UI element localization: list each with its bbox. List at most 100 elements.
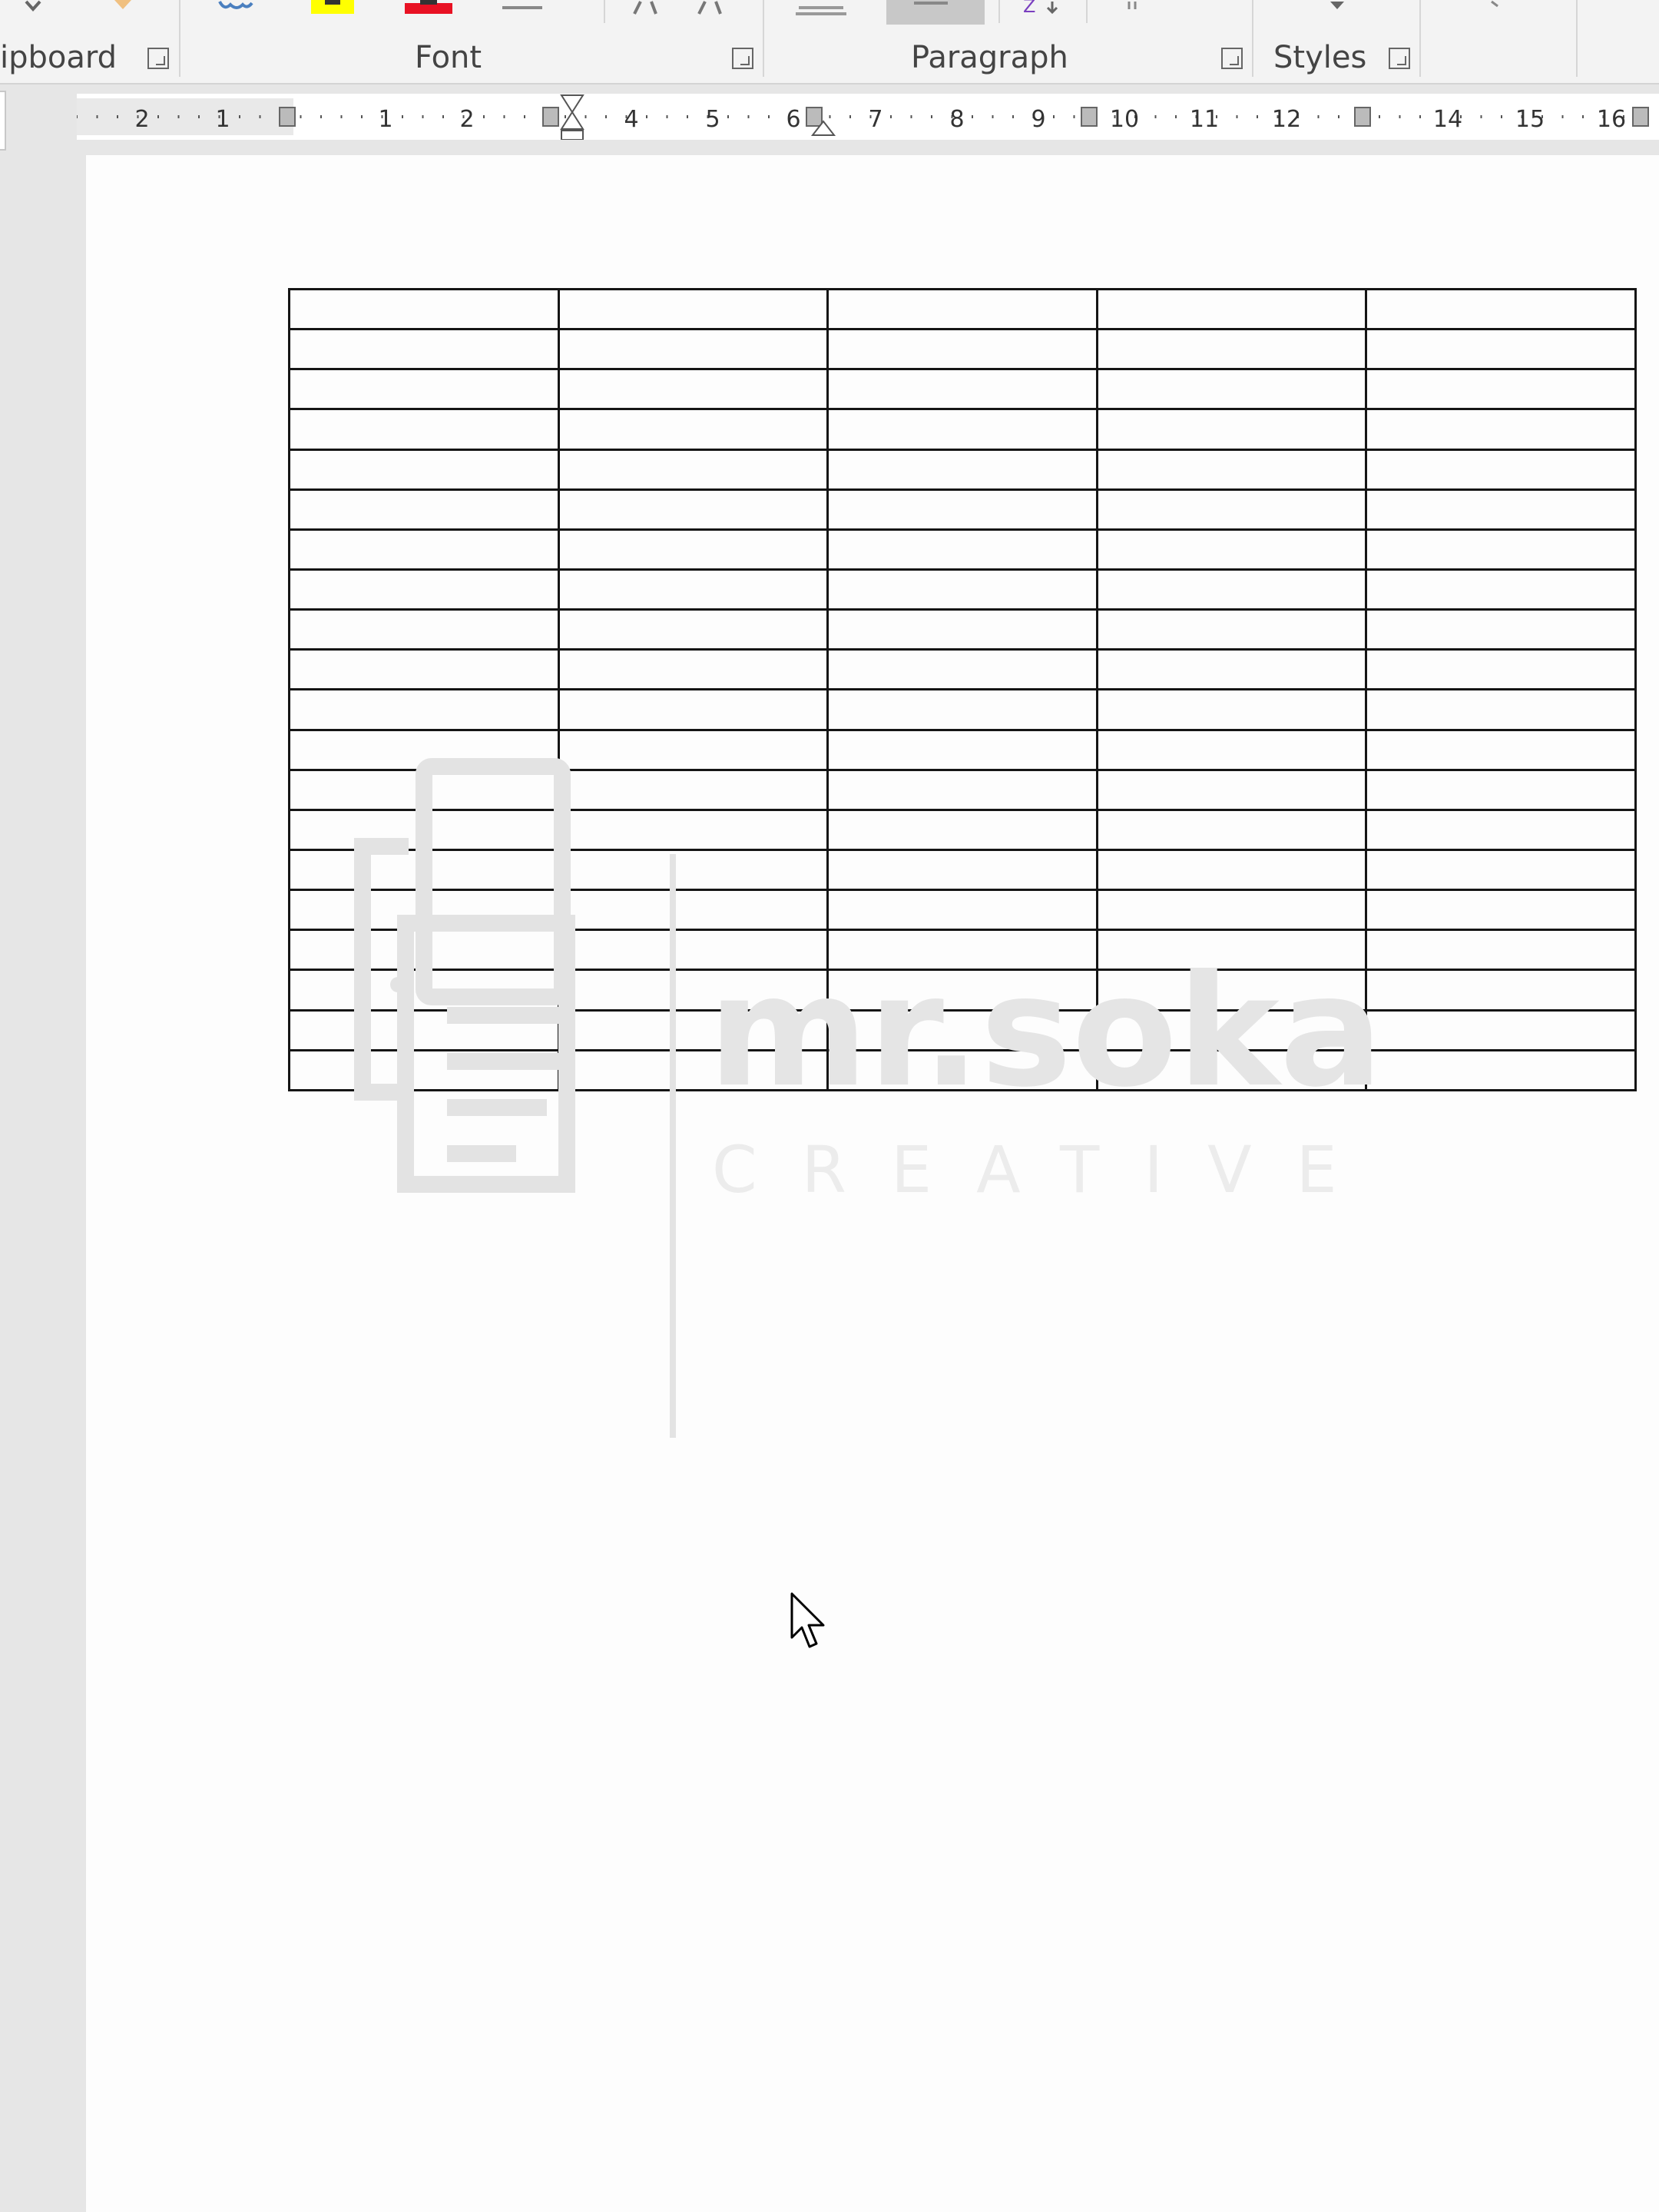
table-cell[interactable] — [826, 1008, 1098, 1051]
table-cell[interactable] — [557, 1008, 830, 1051]
table-cell[interactable] — [557, 728, 830, 771]
table-cell[interactable] — [288, 368, 560, 411]
table-cell[interactable] — [1365, 287, 1637, 331]
table-cell[interactable] — [1095, 528, 1368, 571]
table-row[interactable] — [288, 929, 1637, 972]
table-cell[interactable] — [557, 408, 830, 451]
table-cell[interactable] — [1365, 648, 1637, 691]
table-cell[interactable] — [1095, 328, 1368, 371]
table-cell[interactable] — [826, 808, 1098, 851]
table-cell[interactable] — [288, 1048, 560, 1092]
table-cell[interactable] — [288, 608, 560, 651]
table-cell[interactable] — [288, 488, 560, 531]
table-cell[interactable] — [1365, 408, 1637, 451]
table-cell[interactable] — [288, 648, 560, 691]
table-row[interactable] — [288, 808, 1637, 851]
table-cell[interactable] — [1365, 889, 1637, 932]
table-cell[interactable] — [1095, 568, 1368, 611]
table-row[interactable] — [288, 848, 1637, 892]
table-row[interactable] — [288, 1048, 1637, 1092]
left-indent-icon[interactable] — [561, 130, 584, 140]
table-cell[interactable] — [288, 969, 560, 1012]
table-row[interactable] — [288, 448, 1637, 491]
table-cell[interactable] — [1365, 929, 1637, 972]
table-row[interactable] — [288, 688, 1637, 731]
table-row[interactable] — [288, 728, 1637, 771]
table-cell[interactable] — [1095, 1008, 1368, 1051]
format-painter-icon[interactable] — [22, 0, 45, 15]
shrink-font-icon[interactable] — [696, 0, 724, 17]
table-cell[interactable] — [288, 287, 560, 331]
table-cell[interactable] — [826, 408, 1098, 451]
table-cell[interactable] — [826, 728, 1098, 771]
first-line-indent-icon[interactable] — [560, 94, 584, 130]
table-cell[interactable] — [557, 568, 830, 611]
table-cell[interactable] — [557, 848, 830, 892]
table-cell[interactable] — [288, 1008, 560, 1051]
table-row[interactable] — [288, 889, 1637, 932]
table-cell[interactable] — [1365, 448, 1637, 491]
table-cell[interactable] — [826, 368, 1098, 411]
table-cell[interactable] — [557, 488, 830, 531]
table-cell[interactable] — [826, 1048, 1098, 1092]
table-cell[interactable] — [1095, 488, 1368, 531]
table-cell[interactable] — [1365, 728, 1637, 771]
column-marker-icon[interactable] — [1354, 107, 1371, 127]
table-cell[interactable] — [288, 408, 560, 451]
table-cell[interactable] — [1095, 287, 1368, 331]
table-cell[interactable] — [557, 328, 830, 371]
font-dialog-launcher-icon[interactable] — [732, 48, 753, 69]
horizontal-ruler[interactable]: 2 1 1 2 4 5 6 7 8 9 10 11 12 14 15 16 — [77, 94, 1659, 140]
table-cell[interactable] — [826, 488, 1098, 531]
column-marker-icon[interactable] — [1081, 107, 1098, 127]
table-cell[interactable] — [1365, 1008, 1637, 1051]
table-cell[interactable] — [557, 608, 830, 651]
table-row[interactable] — [288, 328, 1637, 371]
table-cell[interactable] — [1365, 969, 1637, 1012]
shading-icon[interactable] — [886, 0, 985, 26]
table-cell[interactable] — [557, 287, 830, 331]
table-cell[interactable] — [288, 889, 560, 932]
table-cell[interactable] — [288, 848, 560, 892]
table-cell[interactable] — [1365, 368, 1637, 411]
column-marker-icon[interactable] — [279, 107, 296, 127]
table-cell[interactable] — [826, 889, 1098, 932]
table-cell[interactable] — [557, 969, 830, 1012]
table-cell[interactable] — [1095, 608, 1368, 651]
table-cell[interactable] — [1365, 808, 1637, 851]
text-effects-icon[interactable] — [217, 0, 255, 15]
table-cell[interactable] — [826, 648, 1098, 691]
table-cell[interactable] — [826, 768, 1098, 811]
table-cell[interactable] — [1365, 768, 1637, 811]
table-cell[interactable] — [1095, 688, 1368, 731]
table-row[interactable] — [288, 568, 1637, 611]
table-cell[interactable] — [1365, 1048, 1637, 1092]
table-row[interactable] — [288, 608, 1637, 651]
table-row[interactable] — [288, 287, 1637, 331]
table-cell[interactable] — [1095, 728, 1368, 771]
table-cell[interactable] — [1095, 929, 1368, 972]
table-cell[interactable] — [288, 528, 560, 571]
table-cell[interactable] — [557, 808, 830, 851]
table-cell[interactable] — [288, 448, 560, 491]
table-cell[interactable] — [826, 528, 1098, 571]
table-cell[interactable] — [1365, 688, 1637, 731]
table-cell[interactable] — [557, 648, 830, 691]
table-cell[interactable] — [288, 808, 560, 851]
table-cell[interactable] — [1365, 608, 1637, 651]
table-cell[interactable] — [557, 768, 830, 811]
table-cell[interactable] — [826, 287, 1098, 331]
table-cell[interactable] — [288, 929, 560, 972]
table-row[interactable] — [288, 768, 1637, 811]
table-cell[interactable] — [557, 889, 830, 932]
table-cell[interactable] — [557, 368, 830, 411]
table-cell[interactable] — [1095, 889, 1368, 932]
table-row[interactable] — [288, 1008, 1637, 1051]
table-row[interactable] — [288, 648, 1637, 691]
table-cell[interactable] — [1365, 568, 1637, 611]
table-cell[interactable] — [288, 328, 560, 371]
table-cell[interactable] — [557, 1048, 830, 1092]
table-cell[interactable] — [1365, 488, 1637, 531]
table-cell[interactable] — [1095, 448, 1368, 491]
table-row[interactable] — [288, 969, 1637, 1012]
